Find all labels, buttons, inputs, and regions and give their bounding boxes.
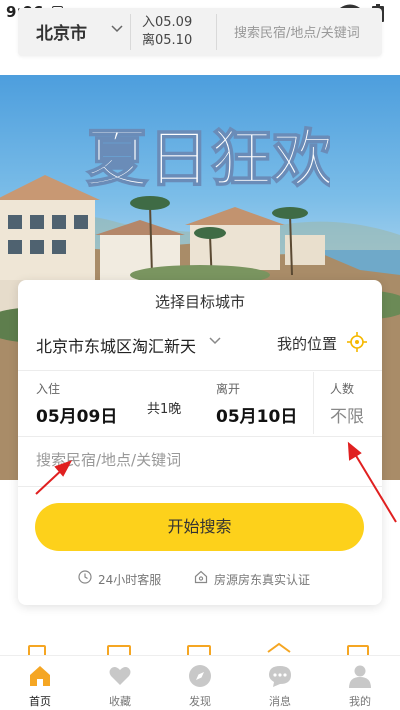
divider xyxy=(18,436,382,437)
compass-icon xyxy=(189,665,211,687)
divider xyxy=(18,370,382,371)
divider xyxy=(130,14,131,50)
feature-service: 24小时客服 xyxy=(98,573,162,587)
top-search-input[interactable]: 搜索民宿/地点/关键词 xyxy=(234,22,360,41)
banner-title-art: 夏日狂欢 xyxy=(85,121,330,196)
keyword-search-input[interactable]: 搜索民宿/地点/关键词 xyxy=(36,449,181,470)
clock-icon xyxy=(78,570,92,584)
locate-icon[interactable] xyxy=(347,332,367,352)
checkout-date[interactable]: 05月10日 xyxy=(216,402,297,427)
tab-profile[interactable]: 我的 xyxy=(320,656,400,710)
banner-title: 夏日狂欢 xyxy=(86,122,330,195)
tab-label: 收藏 xyxy=(109,695,131,708)
nights-count: 共1晚 xyxy=(147,402,182,417)
heart-icon xyxy=(109,667,131,685)
divider xyxy=(216,14,217,50)
chat-icon xyxy=(269,666,291,687)
home-icon xyxy=(30,666,50,686)
guests-label: 人数 xyxy=(330,382,355,396)
top-checkin-date: 入05.09 xyxy=(142,15,193,30)
tab-bar: 首页 收藏 发现 消息 我的 xyxy=(0,655,400,710)
tab-label: 发现 xyxy=(189,695,211,708)
top-city-selector[interactable]: 北京市 xyxy=(36,19,87,44)
checkin-date[interactable]: 05月09日 xyxy=(36,402,117,427)
tab-messages[interactable]: 消息 xyxy=(240,656,320,710)
checkin-label: 入住 xyxy=(36,382,61,396)
top-checkout-date: 离05.10 xyxy=(142,33,193,48)
card-title: 选择目标城市 xyxy=(154,293,245,311)
my-location-button[interactable]: 我的位置 xyxy=(277,333,337,354)
guests-selector[interactable]: 不限 xyxy=(330,402,364,427)
divider xyxy=(18,486,382,487)
start-search-button[interactable]: 开始搜索 xyxy=(35,503,364,551)
location-selector[interactable]: 北京市东城区淘汇新天 xyxy=(36,333,196,357)
search-card: 选择目标城市 北京市东城区淘汇新天 我的位置 入住 05月09日 共1晚 离开 … xyxy=(18,280,382,605)
tab-label: 首页 xyxy=(29,695,51,708)
tab-favorites[interactable]: 收藏 xyxy=(80,656,160,710)
chevron-down-icon xyxy=(111,25,123,33)
feature-verified: 房源房东真实认证 xyxy=(214,573,311,587)
tab-home[interactable]: 首页 xyxy=(0,656,80,710)
tab-discover[interactable]: 发现 xyxy=(160,656,240,710)
tab-label: 消息 xyxy=(269,695,291,708)
person-icon xyxy=(349,665,371,688)
checkout-label: 离开 xyxy=(216,382,241,396)
tab-label: 我的 xyxy=(349,695,371,708)
verified-house-icon xyxy=(194,570,208,584)
top-date-range[interactable]: 入05.09 离05.10 xyxy=(142,14,192,50)
divider xyxy=(313,372,314,434)
top-search-bar[interactable]: 北京市 入05.09 离05.10 搜索民宿/地点/关键词 xyxy=(18,8,382,56)
chevron-down-icon xyxy=(209,337,221,345)
